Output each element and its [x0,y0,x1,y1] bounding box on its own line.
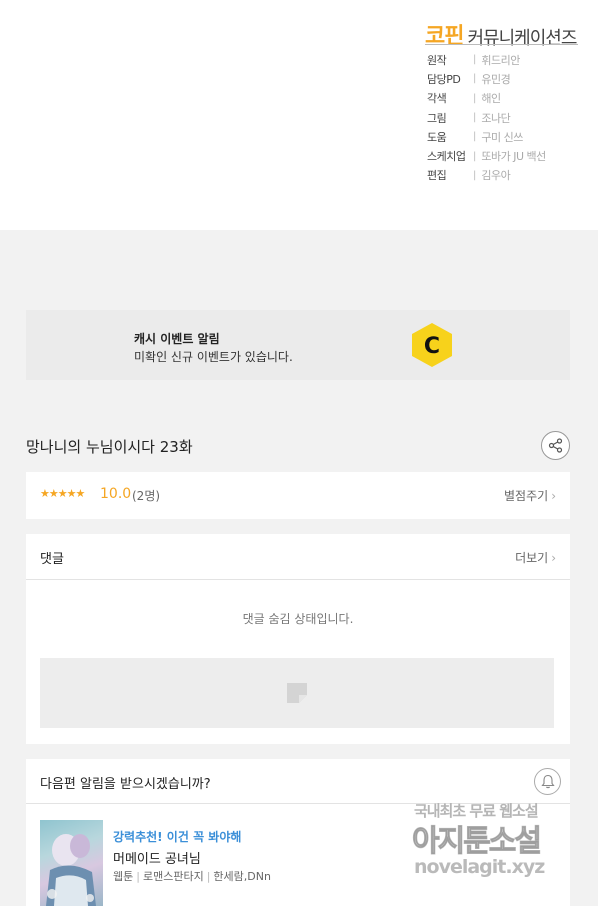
credit-row: 담당PD | 유민경 [427,69,587,88]
recommendation-genre: 로맨스판타지 [142,870,204,883]
image-placeholder-icon [287,683,307,703]
rate-button-label: 별점주기 [504,489,549,503]
credit-name: 또바가 JU 백선 [481,150,546,164]
credit-name: 김우아 [481,169,511,183]
episode-title: 망나니의 누님이시다 23화 [26,438,193,456]
credit-separator: | [473,131,477,143]
meta-separator: | [136,870,140,883]
publisher-logo-main: 코핀 [425,24,464,49]
credit-role: 편집 [427,169,447,183]
notify-title: 다음편 알림을 받으시겠습니까? [40,777,211,792]
publisher-logo-sub: 커뮤니케이션즈 [467,28,577,49]
publisher-logo: 코핀 커뮤니케이션즈 [425,18,577,50]
event-banner-title: 캐시 이벤트 알림 [134,332,220,346]
logo-divider [425,44,578,45]
credit-name: 휘드리안 [481,53,520,67]
comments-card: 댓글 더보기 › 댓글 숨김 상태입니다. [26,534,570,744]
comments-title: 댓글 [40,552,64,567]
bell-icon [540,774,555,789]
notify-bell-button[interactable] [534,768,561,795]
recommendation-author: 한세람,DNn [213,870,271,883]
credits-list: 원작 | 휘드리안 담당PD | 유민경 각색 | 해인 그림 | 조나단 도움 | 구미 신쓰 스… [427,50,587,185]
credit-role: 그림 [427,111,447,125]
credit-name: 유민경 [481,72,511,86]
credit-row: 스케치업 | 또바가 JU 백선 [427,146,587,165]
chevron-right-icon: › [551,489,556,503]
credit-separator: | [473,73,477,85]
share-button[interactable] [541,431,570,460]
cash-event-banner[interactable]: 캐시 이벤트 알림 미확인 신규 이벤트가 있습니다. C [26,310,570,380]
comment-ad-placeholder [40,658,554,728]
event-banner-description: 미확인 신규 이벤트가 있습니다. [134,350,293,364]
recommendation-thumbnail[interactable] [40,820,103,906]
cover-art-image [46,834,96,906]
credit-role: 원작 [427,53,447,67]
credit-role: 담당PD [427,72,461,86]
credit-name: 조나단 [481,111,511,125]
credit-name: 구미 신쓰 [481,130,523,144]
credit-role: 스케치업 [427,150,466,164]
credit-role: 각색 [427,92,447,106]
credits-section: 코핀 커뮤니케이션즈 원작 | 휘드리안 담당PD | 유민경 각색 | 해인 그림 | 조나단… [0,0,598,230]
rating-count: (2명) [132,489,161,503]
credit-row: 원작 | 휘드리안 [427,50,587,69]
credit-name: 해인 [481,92,501,106]
cash-coin-icon: C [412,323,452,367]
comments-more-button[interactable]: 더보기 › [515,549,556,566]
chevron-right-icon: › [551,551,556,565]
next-episode-notify-card: 다음편 알림을 받으시겠습니까? 강력추천! 이건 꼭 봐야해 머메이드 공녀님… [26,759,570,906]
credit-separator: | [473,112,477,124]
credit-row: 그림 | 조나단 [427,108,587,127]
credit-separator: | [473,92,477,104]
recommendation-title[interactable]: 머메이드 공녀님 [113,848,201,867]
comments-more-label: 더보기 [515,551,549,565]
credit-separator: | [473,150,477,162]
recommendation-type: 웹툰 [113,870,134,883]
comments-hidden-message: 댓글 숨김 상태입니다. [242,612,354,626]
credit-role: 도움 [427,130,447,144]
comments-header: 댓글 더보기 › [26,534,570,580]
rate-button[interactable]: 별점주기 › [504,487,556,504]
recommendation-tag: 강력추천! 이건 꼭 봐야해 [113,830,242,844]
credit-row: 도움 | 구미 신쓰 [427,127,587,146]
credit-row: 각색 | 해인 [427,89,587,108]
rating-card: ★★★★★ 10.0 (2명) 별점주기 › [26,472,570,519]
rating-stars: ★★★★★ [40,487,85,500]
notify-header: 다음편 알림을 받으시겠습니까? [26,759,570,804]
rating-score: 10.0 [100,486,132,502]
recommendation-meta: 웹툰 | 로맨스판타지 | 한세람,DNn [113,868,271,884]
meta-separator: | [206,870,211,883]
credit-separator: | [473,54,477,66]
credit-separator: | [473,169,477,181]
share-icon [548,438,563,453]
coin-letter: C [424,334,440,359]
credit-row: 편집 | 김우아 [427,166,587,185]
